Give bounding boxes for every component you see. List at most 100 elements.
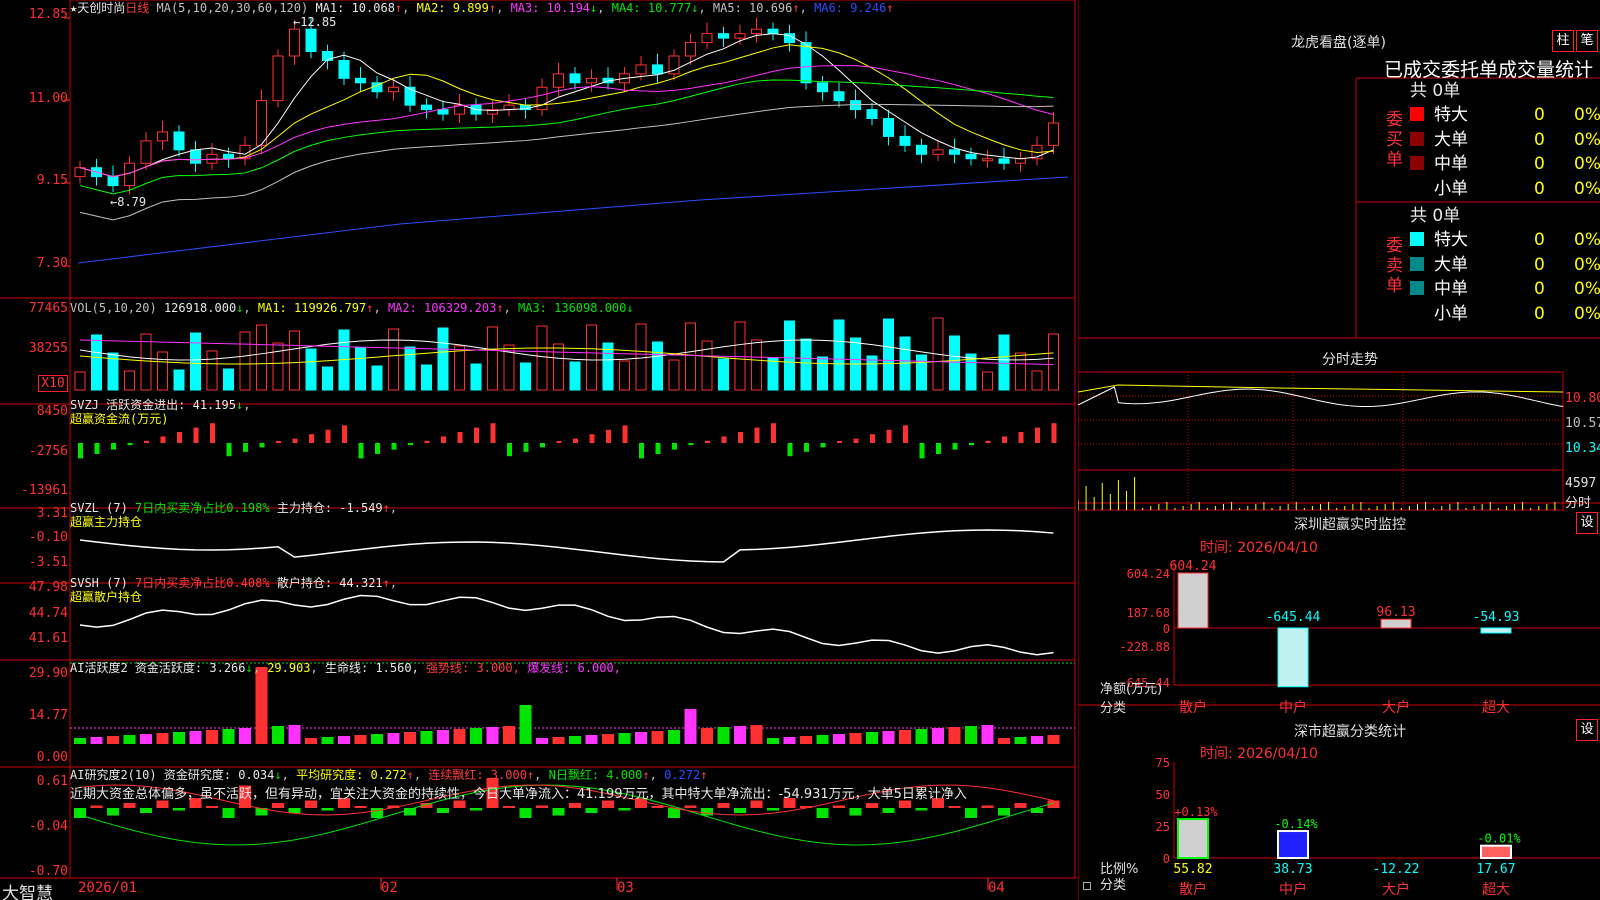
research-bar [701, 808, 713, 816]
monitor-category-label: 散户 [1179, 699, 1207, 716]
fund-flow-bar [193, 427, 199, 443]
class-value-label: -12.22 [1373, 862, 1420, 877]
category-label: 大单 [1434, 254, 1468, 275]
candle-body [982, 158, 993, 162]
monitor-settings-button[interactable]: 设 [1576, 512, 1598, 534]
ma3-value: MA3: 10.194 [510, 1, 591, 15]
intraday-price-line [1078, 386, 1564, 408]
monitor-bar [1177, 572, 1209, 629]
research-bar [552, 808, 565, 816]
category-label: 特大 [1434, 105, 1468, 125]
fund-flow-bar [969, 443, 974, 446]
volume-bar [536, 325, 548, 391]
volume-bar [487, 326, 498, 391]
sell-side-label: 委卖单 [1386, 236, 1403, 296]
monitor-bar [1277, 627, 1309, 688]
candle-body [916, 144, 927, 155]
activity-bar [239, 728, 251, 744]
svzj-label: SVZJ [70, 398, 99, 412]
vol-ma2: MA2: 106329.203 [387, 301, 497, 315]
fund-flow-bar [309, 434, 314, 443]
svzl-axis-tick: 3.31 [36, 506, 68, 521]
activity-bar [107, 736, 119, 744]
class-change-label: -0.14% [1274, 817, 1318, 831]
arrow-down-icon: ↓ [691, 1, 699, 15]
period-label[interactable]: 日线 [125, 1, 149, 15]
svsh-axis-tick: 44.74 [28, 606, 68, 621]
volume-bar [1015, 352, 1026, 391]
arrow-up-icon: ↑ [700, 768, 708, 782]
activity-bar [932, 728, 944, 744]
volume-bar [586, 324, 597, 391]
arrow-up-icon: ↑ [382, 576, 390, 590]
activity-bar [123, 735, 136, 744]
activity-bar [189, 731, 202, 744]
candle-body [388, 86, 399, 93]
category-count: 0 [1534, 303, 1545, 324]
fund-flow-bar [622, 425, 628, 443]
category-percent: 0% [1574, 129, 1600, 150]
column-view-button[interactable]: 柱 [1552, 30, 1574, 52]
fund-flow-bar [540, 443, 545, 448]
vol-value: 126918.000 [163, 301, 237, 315]
class-category-label: 散户 [1179, 881, 1207, 898]
monitor-axis-tick: 187.68 [1127, 606, 1170, 620]
fund-flow-bar [903, 425, 908, 443]
intraday-axis-tick: 10.57 [1565, 416, 1600, 431]
buy-row: 小单 0 0% [1410, 177, 1600, 201]
price-axis-tick: 7.30 [36, 256, 68, 271]
arrow-up-icon: ↑ [394, 1, 403, 15]
research-bar [173, 808, 185, 811]
volume-bar [289, 330, 300, 391]
research-bar [849, 808, 862, 816]
volume-bar [190, 332, 201, 391]
arrow-up-icon: ↑ [496, 301, 504, 315]
volume-bar [1048, 333, 1059, 391]
candle-body [355, 77, 366, 84]
volume-bar [223, 368, 234, 391]
candle-body [157, 131, 168, 142]
class-settings-button[interactable]: 设 [1576, 719, 1598, 741]
fund-flow-bar [358, 443, 364, 459]
activity-bar [354, 735, 367, 744]
volume-bar [619, 360, 630, 391]
activity-bar [833, 734, 845, 744]
kline-chart-area[interactable] [0, 0, 1078, 900]
svzj-axis-tick: -13961 [21, 483, 68, 498]
fund-flow-bar [556, 441, 562, 443]
candle-body [107, 176, 119, 187]
sell-row: 小单 0 0% [1410, 302, 1600, 326]
fund-flow-bar [243, 443, 248, 452]
candle-body [289, 28, 300, 57]
arrow-down-icon: ↓ [236, 301, 244, 315]
volume-bar [404, 346, 416, 391]
category-label: 特大 [1434, 230, 1468, 250]
activity-bar [486, 727, 499, 744]
low-price-annotation: ←8.79 [110, 195, 147, 209]
activity-bar [272, 726, 284, 744]
category-percent: 0% [1574, 154, 1600, 174]
svsh-hold: 散户持仓: 44.321 [276, 576, 383, 590]
pen-view-button[interactable]: 笔 [1576, 30, 1598, 52]
date-tick: 2026/01 [78, 880, 138, 896]
monitor-title: 深圳超赢实时监控 [1294, 517, 1406, 533]
candle-body [652, 64, 663, 75]
activity-bar [1031, 736, 1043, 744]
color-swatch [1410, 180, 1424, 195]
activity-bar [651, 731, 664, 744]
research-bar [965, 808, 977, 818]
fund-flow-bar [408, 443, 413, 446]
sell-total: 共 0单 [1410, 206, 1461, 226]
fund-flow-bar [837, 441, 842, 443]
activity-bar [206, 730, 218, 744]
volume-bar [800, 338, 812, 391]
category-percent: 0% [1574, 178, 1600, 199]
candle-body [883, 118, 894, 137]
research-bar [503, 806, 515, 808]
candle-body [817, 82, 828, 93]
class-category-label: 中户 [1279, 881, 1307, 898]
category-count: 0 [1534, 230, 1545, 250]
volume-bar [553, 343, 564, 391]
arrow-up-icon: ↑ [642, 768, 650, 782]
volume-bar [91, 334, 102, 391]
